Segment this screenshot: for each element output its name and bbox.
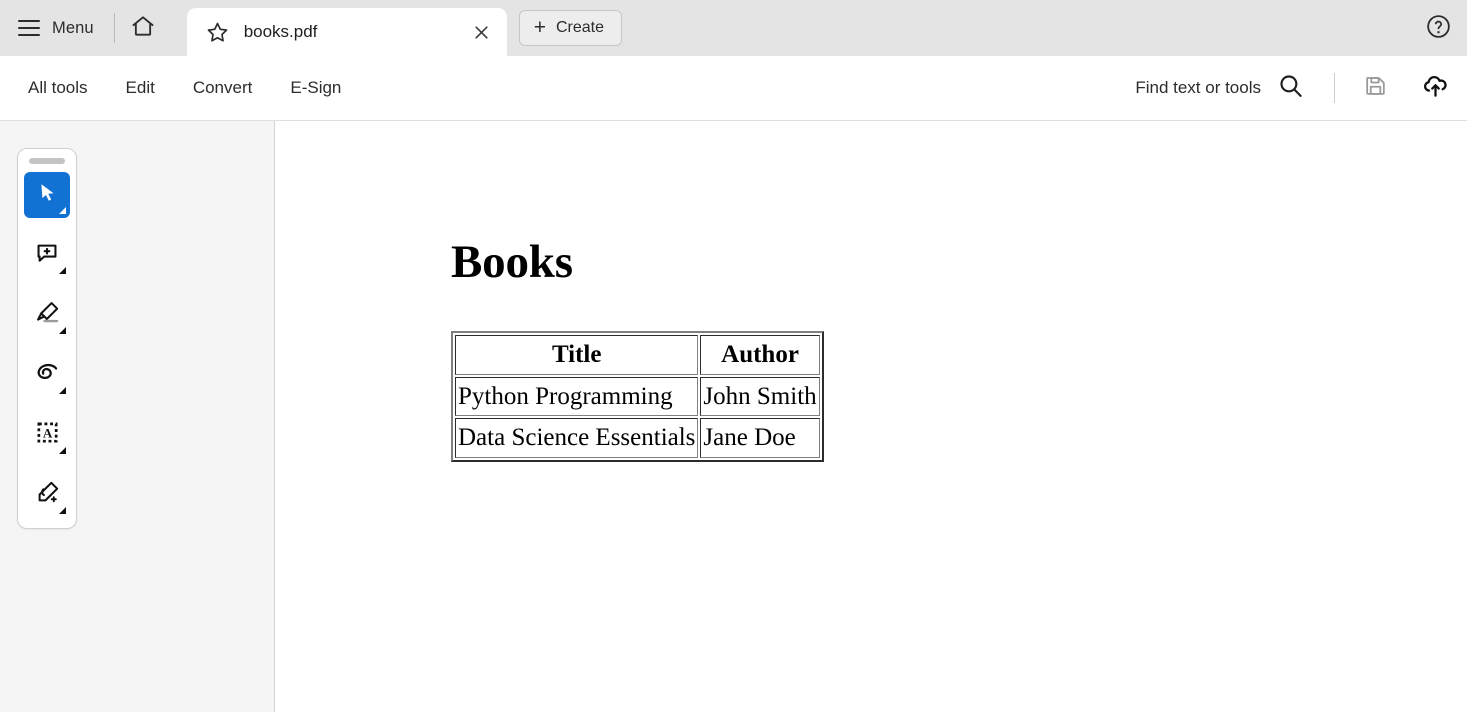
add-text-tool-button[interactable]: A: [24, 412, 70, 458]
command-item-all-tools[interactable]: All tools: [14, 70, 102, 106]
drag-handle[interactable]: [29, 158, 65, 164]
home-icon: [130, 13, 156, 44]
menu-button[interactable]: Menu: [0, 8, 104, 48]
highlighter-icon: [34, 299, 61, 331]
table-header-author: Author: [700, 335, 820, 375]
highlight-tool-button[interactable]: [24, 292, 70, 338]
tool-expand-corner[interactable]: [59, 207, 66, 214]
plus-icon: +: [533, 15, 546, 39]
star-outline-icon[interactable]: [205, 20, 230, 45]
close-icon[interactable]: [467, 17, 497, 47]
application-window: Menu books.pdf + Create All tools Edit C…: [0, 0, 1467, 712]
help-circle-icon: [1425, 13, 1452, 45]
cursor-arrow-icon: [35, 181, 59, 210]
command-bar-right: Find text or tools: [1127, 66, 1455, 110]
tool-expand-corner[interactable]: [59, 267, 66, 274]
quick-tools-toolbar: A: [17, 148, 77, 529]
table-cell-author: John Smith: [700, 376, 820, 417]
document-tab-title: books.pdf: [243, 22, 318, 41]
books-table: Title Author Python Programming John Smi…: [451, 331, 824, 462]
text-box-a-icon: A: [34, 419, 61, 451]
search-icon[interactable]: [1277, 72, 1304, 104]
save-button[interactable]: [1355, 68, 1395, 108]
tool-expand-corner[interactable]: [59, 387, 66, 394]
home-button[interactable]: [123, 8, 163, 48]
books-table-head: Title Author: [455, 335, 820, 375]
left-pane: A: [0, 121, 275, 712]
tool-expand-corner[interactable]: [59, 507, 66, 514]
document-tab[interactable]: books.pdf: [186, 8, 507, 56]
table-row: Python Programming John Smith: [455, 376, 820, 417]
tab-bar: Menu books.pdf + Create: [0, 0, 1467, 56]
table-row: Data Science Essentials Jane Doe: [455, 418, 820, 458]
cloud-upload-icon: [1421, 71, 1450, 105]
svg-text:A: A: [42, 426, 52, 441]
books-table-body: Python Programming John Smith Data Scien…: [455, 376, 820, 458]
find-text-or-tools-button[interactable]: Find text or tools: [1127, 66, 1312, 110]
command-item-e-sign[interactable]: E-Sign: [276, 70, 355, 106]
help-button[interactable]: [1421, 12, 1455, 46]
cloud-upload-button[interactable]: [1415, 68, 1455, 108]
toolbar-divider: [113, 13, 115, 43]
main-body: A Books Title Author Python Programming …: [0, 121, 1467, 712]
table-header-row: Title Author: [455, 335, 820, 375]
command-item-edit[interactable]: Edit: [112, 70, 169, 106]
fill-and-sign-tool-button[interactable]: [24, 472, 70, 518]
pdf-page: Books Title Author Python Programming Jo…: [275, 121, 1467, 712]
save-disk-icon: [1363, 73, 1388, 103]
command-item-convert[interactable]: Convert: [179, 70, 267, 106]
select-tool-button[interactable]: [24, 172, 70, 218]
comment-plus-icon: [34, 240, 60, 271]
command-bar-separator: [1334, 73, 1335, 103]
table-cell-author: Jane Doe: [700, 418, 820, 458]
page-title: Books: [451, 236, 573, 288]
table-cell-title: Python Programming: [455, 376, 699, 417]
menu-button-label: Menu: [52, 18, 94, 37]
create-button[interactable]: + Create: [518, 10, 622, 46]
command-bar: All tools Edit Convert E-Sign Find text …: [0, 56, 1467, 121]
sign-pen-icon: [34, 479, 61, 511]
create-button-label: Create: [555, 19, 604, 36]
freehand-loop-icon: [34, 359, 61, 391]
draw-tool-button[interactable]: [24, 352, 70, 398]
command-bar-items: All tools Edit Convert E-Sign: [0, 70, 355, 106]
tool-expand-corner[interactable]: [59, 327, 66, 334]
find-label: Find text or tools: [1135, 78, 1261, 97]
tool-expand-corner[interactable]: [59, 447, 66, 454]
document-view[interactable]: Books Title Author Python Programming Jo…: [275, 121, 1467, 712]
add-comment-tool-button[interactable]: [24, 232, 70, 278]
table-cell-title: Data Science Essentials: [455, 418, 699, 458]
table-header-title: Title: [455, 335, 699, 375]
hamburger-icon: [18, 20, 40, 36]
